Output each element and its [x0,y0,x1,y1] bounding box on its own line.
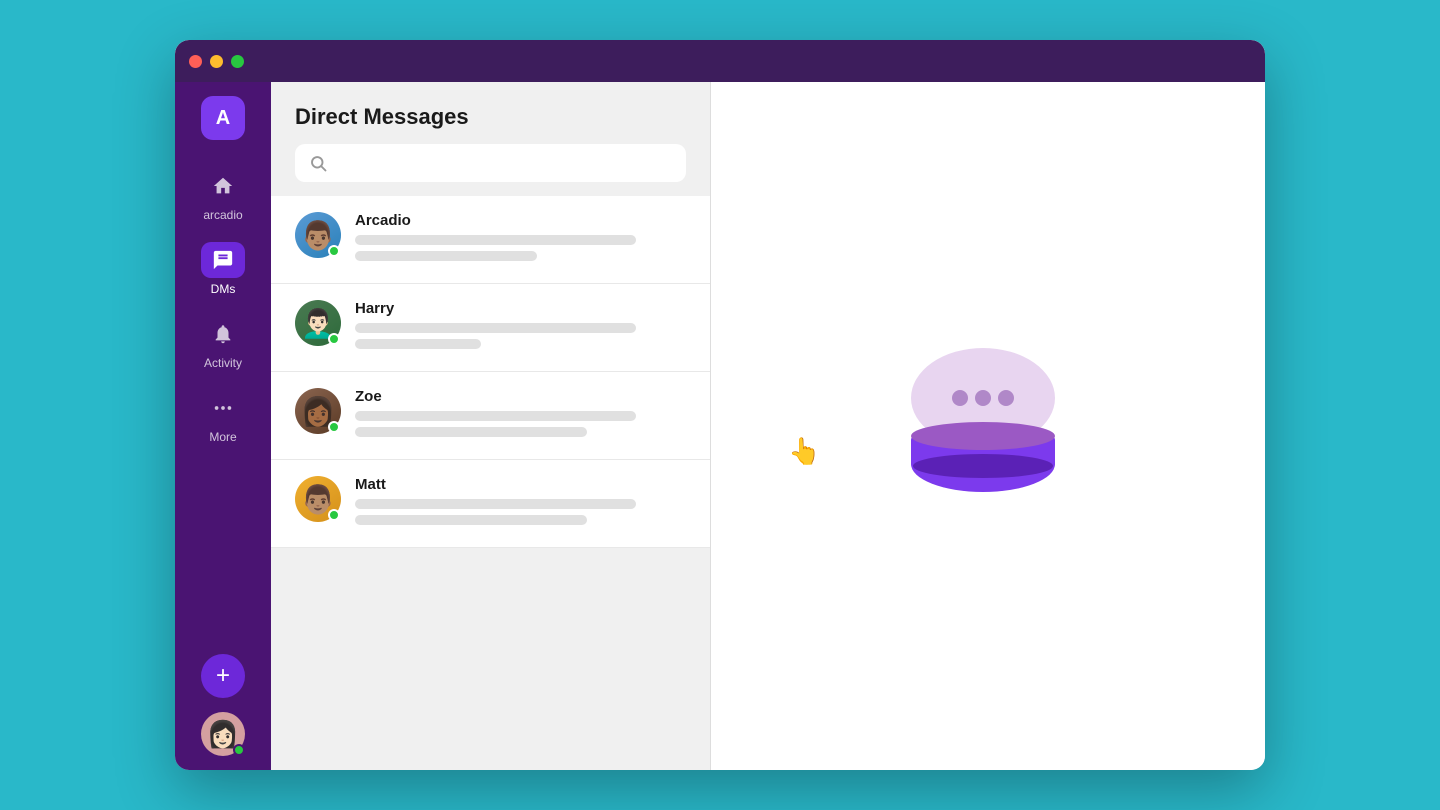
search-input[interactable] [337,155,672,172]
zoe-preview-2 [355,427,587,437]
zoe-name: Zoe [355,388,686,405]
app-window: A arcadio DMs [175,40,1265,770]
dm-item-matt[interactable]: 👨🏽 Matt [271,460,710,548]
matt-name: Matt [355,476,686,493]
harry-name: Harry [355,300,686,317]
sidebar-item-home[interactable]: arcadio [175,158,271,232]
dm-item-zoe[interactable]: 👩🏾 Zoe [271,372,710,460]
matt-avatar-wrap: 👨🏽 [295,476,341,522]
empty-state-illustration [898,346,1078,506]
arcadio-avatar-wrap: 👨🏽 [295,212,341,258]
activity-label: Activity [204,356,242,370]
user-profile-avatar[interactable]: 👩🏻 [201,712,245,756]
workspace-avatar[interactable]: A [201,96,245,140]
bell-icon [212,323,234,345]
more-icon-wrap [201,390,245,426]
dm-panel-title: Direct Messages [295,104,686,130]
harry-avatar-wrap: 👨🏻‍🦱 [295,300,341,346]
app-body: A arcadio DMs [175,82,1265,770]
arcadio-name: Arcadio [355,212,686,229]
sidebar-item-activity[interactable]: Activity [175,306,271,380]
sidebar-item-more[interactable]: More [175,380,271,454]
harry-preview-2 [355,339,481,349]
zoe-avatar-wrap: 👩🏾 [295,388,341,434]
matt-preview-2 [355,515,587,525]
dm-item-arcadio[interactable]: 👨🏽 Arcadio [271,196,710,284]
dm-panel: Direct Messages 👨🏽 [271,82,711,770]
arcadio-status-dot [328,245,340,257]
new-message-button[interactable]: + [201,654,245,698]
dm-header: Direct Messages [271,82,710,196]
home-label: arcadio [203,208,242,222]
search-bar[interactable] [295,144,686,182]
harry-info: Harry [355,300,686,355]
close-button[interactable] [189,55,202,68]
home-icon-wrap [201,168,245,204]
user-status-dot [233,744,245,756]
chat-bubble-icon [898,346,1078,506]
dms-icon-wrap [201,242,245,278]
arcadio-info: Arcadio [355,212,686,267]
arcadio-preview-1 [355,235,636,245]
more-label: More [209,430,236,444]
traffic-lights [189,55,244,68]
dm-list: 👨🏽 Arcadio 👨🏻‍🦱 [271,196,710,770]
dms-label: DMs [211,282,236,296]
matt-preview-1 [355,499,636,509]
zoe-info: Zoe [355,388,686,443]
zoe-preview-1 [355,411,636,421]
matt-info: Matt [355,476,686,531]
sidebar: A arcadio DMs [175,82,271,770]
matt-status-dot [328,509,340,521]
harry-status-dot [328,333,340,345]
activity-icon-wrap [201,316,245,352]
main-content: 👆 [711,82,1265,770]
cursor-pointer-icon: 👆 [788,436,820,467]
sidebar-item-dms[interactable]: DMs [175,232,271,306]
titlebar [175,40,1265,82]
zoe-status-dot [328,421,340,433]
arcadio-preview-2 [355,251,537,261]
maximize-button[interactable] [231,55,244,68]
more-dots-icon [212,397,234,419]
home-icon [212,175,234,197]
dms-icon [212,249,234,271]
search-icon [309,154,327,172]
dm-item-harry[interactable]: 👨🏻‍🦱 Harry [271,284,710,372]
minimize-button[interactable] [210,55,223,68]
plus-icon: + [216,662,230,690]
harry-preview-1 [355,323,636,333]
